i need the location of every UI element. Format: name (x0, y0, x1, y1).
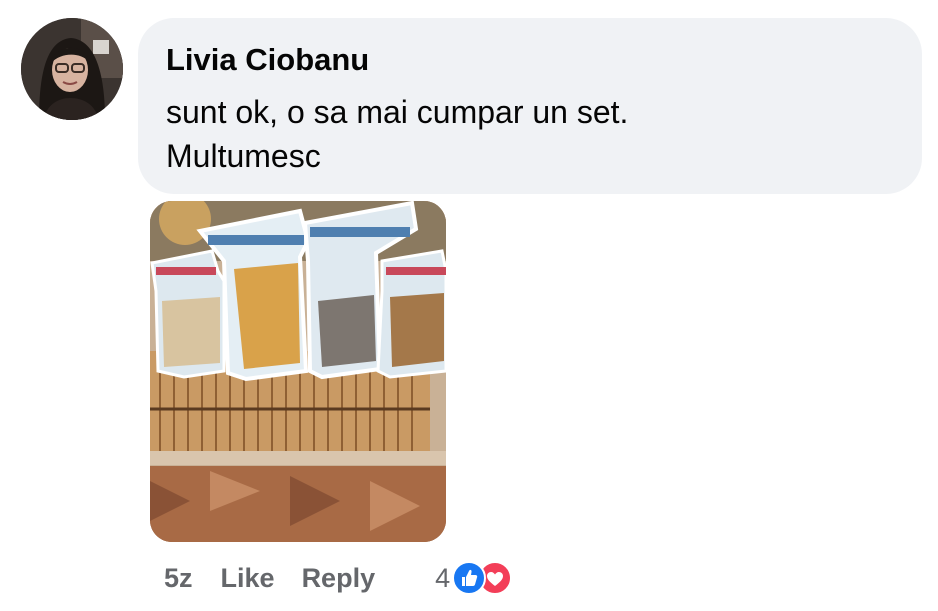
photo-image (150, 201, 446, 542)
reactions-summary[interactable]: 4 (435, 561, 513, 595)
avatar-image (21, 18, 123, 120)
comment-photo[interactable] (150, 201, 446, 542)
like-button[interactable]: Like (221, 563, 275, 594)
reaction-count: 4 (435, 562, 451, 593)
comment-bubble: Livia Ciobanu sunt ok, o sa mai cumpar u… (138, 18, 922, 194)
comment-author-name[interactable]: Livia Ciobanu (166, 40, 922, 80)
comment-actions: 5z Like Reply 4 (164, 560, 513, 596)
comment-text: sunt ok, o sa mai cumpar un set. Multume… (166, 94, 629, 174)
comment-thread: Livia Ciobanu sunt ok, o sa mai cumpar u… (0, 0, 938, 611)
avatar[interactable] (21, 18, 123, 120)
comment-timestamp[interactable]: 5z (164, 563, 193, 594)
reply-button[interactable]: Reply (302, 563, 376, 594)
like-icon (452, 561, 487, 595)
